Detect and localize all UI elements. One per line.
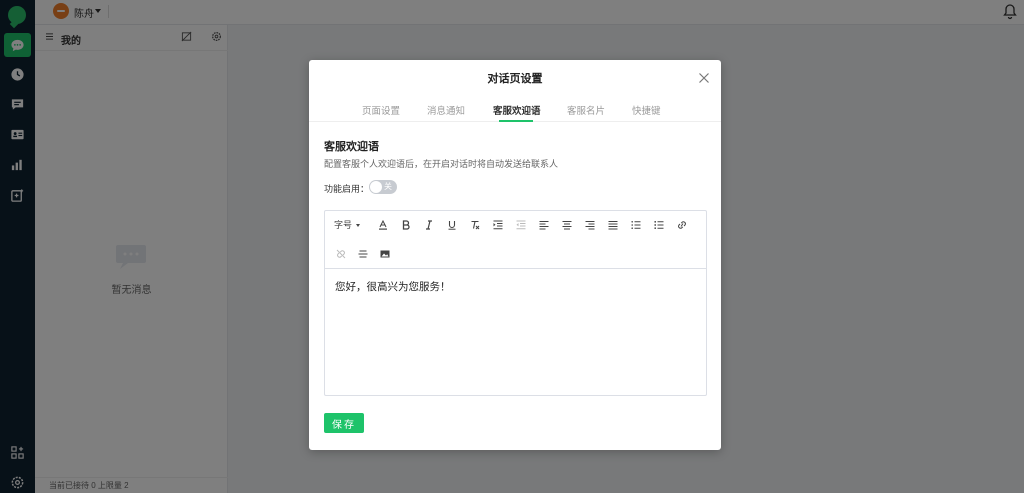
editor-content[interactable]: 您好，很高兴为您服务！ (335, 279, 451, 294)
strikethrough-icon[interactable] (356, 247, 370, 261)
tab-page-settings[interactable]: 页面设置 (362, 103, 400, 117)
font-size-label: 字号 (334, 220, 353, 230)
close-icon[interactable] (698, 72, 710, 84)
dialog-title: 对话页设置 (487, 73, 543, 85)
chevron-down-icon (356, 224, 361, 228)
section-description: 配置客服个人欢迎语后，在开启对话时将自动发送给联系人 (324, 159, 559, 169)
section-title: 客服欢迎语 (324, 141, 379, 153)
unlink-icon[interactable] (334, 247, 348, 261)
align-right-icon[interactable] (583, 218, 597, 232)
tab-shortcuts[interactable]: 快捷键 (632, 103, 661, 117)
link-icon[interactable] (675, 218, 689, 232)
tab-welcome-message[interactable]: 客服欢迎语 (493, 103, 541, 117)
tab-message-notification[interactable]: 消息通知 (427, 103, 465, 117)
chat-page-settings-dialog: 对话页设置 页面设置 消息通知 客服欢迎语 客服名片 快捷键 客服欢迎语 配置客… (309, 60, 721, 450)
image-icon[interactable] (378, 247, 392, 261)
editor-toolbar: 字号 (325, 211, 706, 269)
indent-decrease-icon[interactable] (514, 218, 528, 232)
enable-toggle[interactable]: 关 (369, 180, 397, 194)
active-tab-indicator (499, 120, 533, 122)
font-color-icon[interactable] (376, 218, 390, 232)
italic-icon[interactable] (422, 218, 436, 232)
toggle-state-text: 关 (384, 182, 392, 191)
numbered-list-icon[interactable] (652, 218, 666, 232)
align-center-icon[interactable] (560, 218, 574, 232)
align-left-icon[interactable] (537, 218, 551, 232)
bold-icon[interactable] (399, 218, 413, 232)
font-size-dropdown[interactable]: 字号 (334, 218, 361, 231)
tab-business-card[interactable]: 客服名片 (567, 103, 605, 117)
bullet-list-icon[interactable] (629, 218, 643, 232)
toggle-knob (370, 181, 382, 193)
welcome-message-editor: 字号 您好，很高兴为您服务！ (324, 210, 707, 396)
underline-icon[interactable] (445, 218, 459, 232)
settings-tabs: 页面设置 消息通知 客服欢迎语 客服名片 快捷键 (309, 100, 721, 122)
indent-increase-icon[interactable] (491, 218, 505, 232)
clear-format-icon[interactable] (468, 218, 482, 232)
save-button[interactable]: 保存 (324, 413, 364, 433)
enable-label: 功能启用： (324, 184, 370, 194)
align-justify-icon[interactable] (606, 218, 620, 232)
